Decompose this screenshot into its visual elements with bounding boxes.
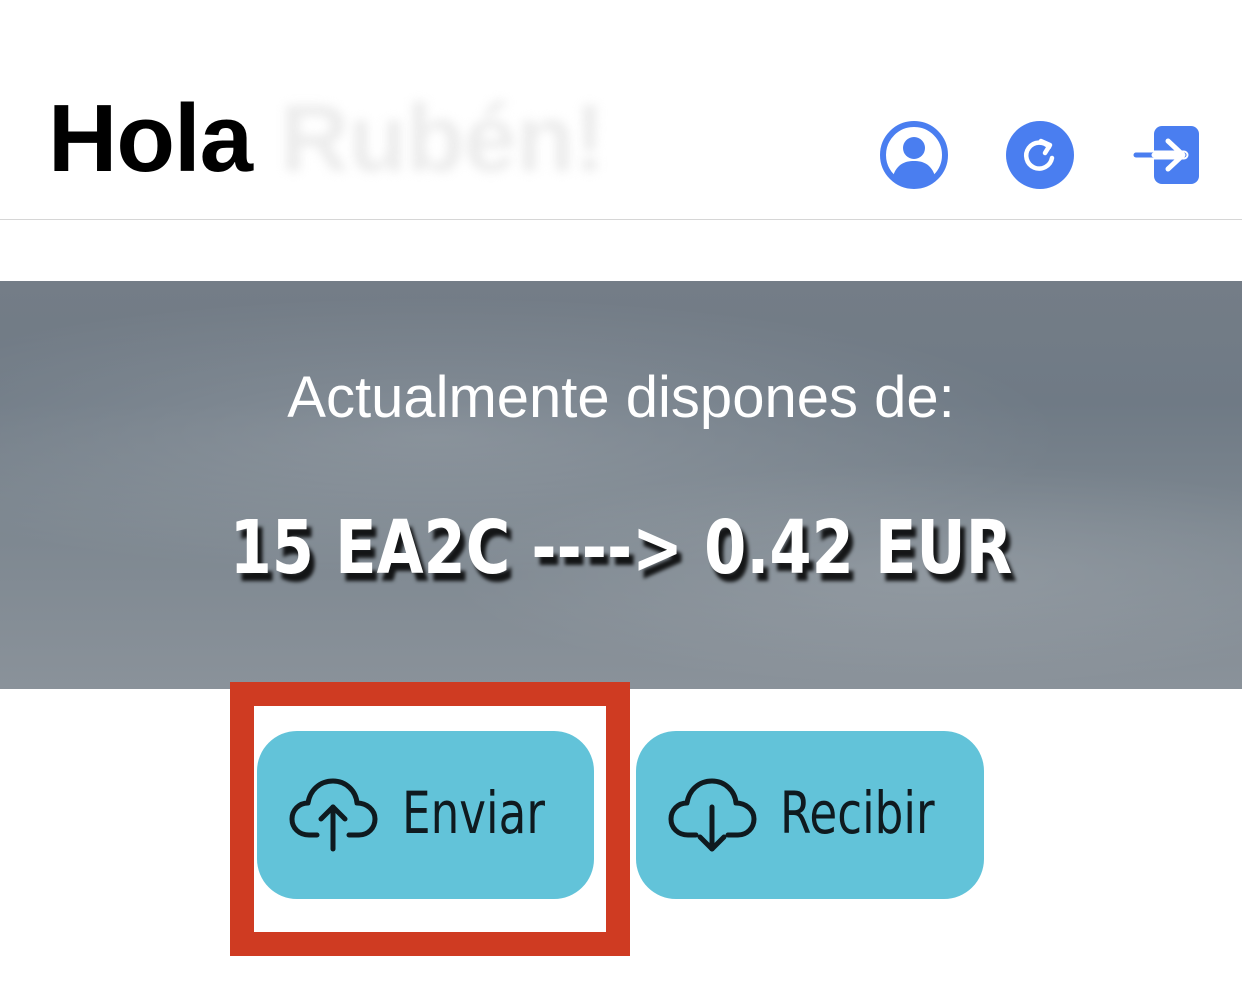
user-name: Rubén! bbox=[280, 85, 606, 192]
sign-in-icon bbox=[1131, 126, 1199, 184]
session-button[interactable] bbox=[1131, 120, 1202, 190]
app-screen: Hola Rubén! Actualmente dispones de: 15 … bbox=[0, 0, 1242, 984]
refresh-icon bbox=[1006, 121, 1074, 189]
greeting: Hola Rubén! bbox=[48, 84, 606, 194]
send-button-label: Enviar bbox=[402, 779, 545, 847]
receive-button[interactable]: Recibir bbox=[636, 731, 984, 899]
balance-caption: Actualmente dispones de: bbox=[287, 365, 955, 430]
receive-button-label: Recibir bbox=[780, 779, 935, 847]
cloud-download-icon bbox=[668, 778, 757, 852]
cloud-upload-icon bbox=[289, 778, 378, 852]
refresh-button[interactable] bbox=[1005, 120, 1075, 190]
balance-banner: Actualmente dispones de: 15 EA2C ----> 0… bbox=[0, 281, 1242, 689]
header: Hola Rubén! bbox=[0, 0, 1242, 220]
profile-button[interactable] bbox=[879, 120, 949, 190]
greeting-text: Hola bbox=[48, 85, 253, 192]
send-button[interactable]: Enviar bbox=[257, 731, 594, 899]
user-circle-icon bbox=[880, 121, 948, 189]
balance-value: 15 EA2C ----> 0.42 EUR bbox=[229, 505, 1013, 591]
